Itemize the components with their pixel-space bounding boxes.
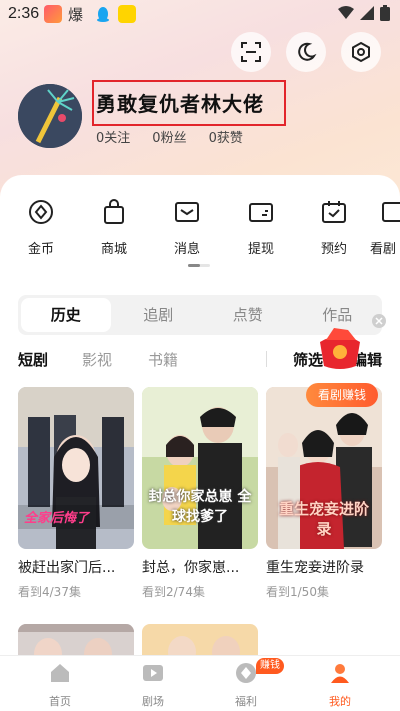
drama-title: 被赶出家门后... xyxy=(18,560,116,576)
poster-title-text: 重生宠妾进阶录 xyxy=(278,500,369,538)
watch-progress: 看到4/37集 xyxy=(18,585,81,599)
func-mall[interactable]: 商城 xyxy=(84,198,144,257)
scan-button[interactable] xyxy=(231,32,271,72)
wallet-icon xyxy=(249,203,273,222)
app-notification-icon xyxy=(44,5,62,23)
settings-button[interactable] xyxy=(341,32,381,72)
status-time: 2:36 xyxy=(8,5,40,22)
fire-app-icon: 爆 xyxy=(68,5,86,24)
page-indicator xyxy=(188,264,210,267)
welfare-icon xyxy=(236,663,256,683)
drama-title: 封总，你家崽... xyxy=(142,560,240,576)
close-widget-button[interactable] xyxy=(372,314,386,328)
status-bar: 2:36 爆 xyxy=(0,0,400,28)
signal-icon xyxy=(360,6,374,20)
profile-stats: 0关注 0粉丝 0获赞 xyxy=(96,127,243,146)
shopping-bag-icon xyxy=(104,199,124,224)
poster-title-text: 封总你家总崽 全球找爹了 xyxy=(148,489,252,525)
tab-following[interactable]: 追剧 xyxy=(114,295,204,335)
calendar-icon xyxy=(322,201,346,223)
stat-following[interactable]: 0关注 xyxy=(96,127,130,146)
moon-icon xyxy=(298,42,317,61)
theater-icon xyxy=(143,665,163,681)
watch-progress: 看到1/50集 xyxy=(266,585,329,599)
func-messages[interactable]: 消息 xyxy=(157,198,217,257)
drama-card[interactable]: 封总你家总崽 全球找爹了 封总，你家崽... 看到2/74集 xyxy=(142,387,258,600)
filter-divider xyxy=(266,351,267,367)
nav-theater[interactable]: 剧场 xyxy=(123,662,183,709)
home-icon xyxy=(51,664,69,682)
nav-home[interactable]: 首页 xyxy=(30,662,90,709)
message-icon xyxy=(175,202,199,222)
profile-icon xyxy=(331,664,349,683)
dark-mode-button[interactable] xyxy=(286,32,326,72)
drama-poster[interactable]: 封总你家总崽 全球找爹了 xyxy=(142,387,258,549)
drama-poster[interactable]: 重生宠妾进阶录 xyxy=(266,387,382,549)
red-envelope-widget[interactable] xyxy=(312,326,368,372)
username[interactable]: 勇敢复仇者林大佬 xyxy=(96,88,264,117)
watch-progress: 看到2/74集 xyxy=(142,585,205,599)
stat-likes[interactable]: 0获赞 xyxy=(209,127,243,146)
coin-icon xyxy=(29,200,53,224)
watch-icon xyxy=(382,202,400,222)
red-envelope-icon xyxy=(320,328,360,369)
bottom-navigation: 首页 剧场 福利 我的 xyxy=(0,655,400,711)
avatar-image xyxy=(18,84,82,148)
svg-text:爆: 爆 xyxy=(68,6,83,23)
func-withdraw[interactable]: 提现 xyxy=(231,198,291,257)
scan-icon xyxy=(241,42,261,62)
avatar[interactable] xyxy=(18,84,82,148)
settings-hexagon-icon xyxy=(352,41,370,63)
earn-money-badge[interactable]: 看剧赚钱 xyxy=(306,383,378,407)
func-watch[interactable]: 看剧 xyxy=(370,198,400,257)
nav-profile[interactable]: 我的 xyxy=(310,662,370,709)
earn-nav-badge: 赚钱 xyxy=(256,658,284,674)
drama-title: 重生宠妾进阶录 xyxy=(266,560,364,576)
stat-followers[interactable]: 0粉丝 xyxy=(152,127,186,146)
drama-poster[interactable]: 全家后悔了 xyxy=(18,387,134,549)
category-short-drama[interactable]: 短剧 xyxy=(18,349,48,370)
battery-icon xyxy=(380,5,390,21)
tab-history[interactable]: 历史 xyxy=(21,298,111,332)
close-icon xyxy=(375,317,383,325)
category-video[interactable]: 影视 xyxy=(82,349,112,370)
func-coins[interactable]: 金币 xyxy=(11,198,71,257)
function-row: 金币 商城 消息 提现 预约 看剧 xyxy=(0,198,400,257)
poster-title-text: 全家后悔了 xyxy=(24,511,90,526)
status-right xyxy=(338,5,390,21)
func-reserve[interactable]: 预约 xyxy=(304,198,364,257)
category-books[interactable]: 书籍 xyxy=(148,349,178,370)
qq-icon xyxy=(94,5,112,23)
drama-card[interactable]: 全家后悔了 被赶出家门后... 看到4/37集 xyxy=(18,387,134,600)
drama-card[interactable]: 重生宠妾进阶录 重生宠妾进阶录 看到1/50集 xyxy=(266,387,382,600)
tab-likes[interactable]: 点赞 xyxy=(203,295,293,335)
wifi-icon xyxy=(338,6,354,19)
book-app-icon xyxy=(118,5,136,23)
